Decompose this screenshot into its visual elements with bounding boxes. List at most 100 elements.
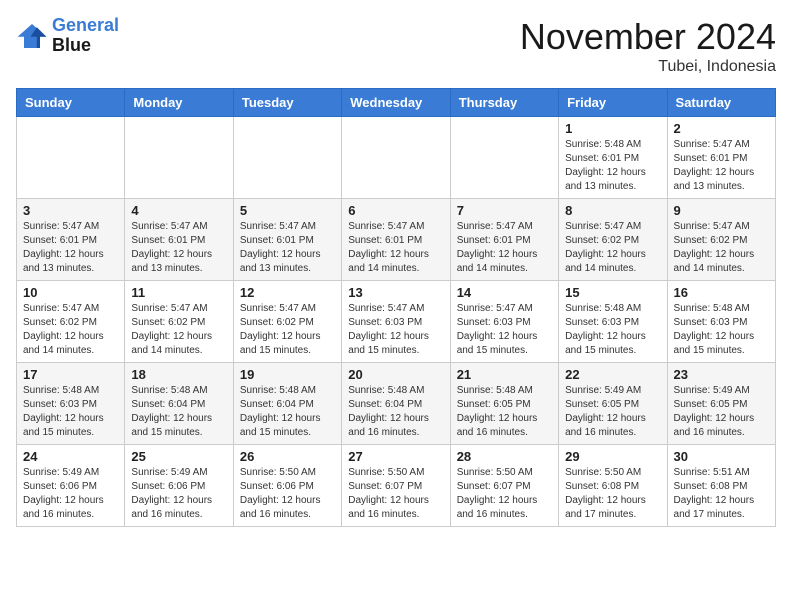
day-info: Sunrise: 5:47 AMSunset: 6:01 PMDaylight:… (131, 220, 226, 276)
day-info: Sunrise: 5:49 AMSunset: 6:06 PMDaylight:… (131, 466, 226, 522)
day-number: 4 (131, 203, 226, 218)
day-info: Sunrise: 5:50 AMSunset: 6:06 PMDaylight:… (240, 466, 335, 522)
day-number: 9 (674, 203, 769, 218)
calendar-cell: 11 Sunrise: 5:47 AMSunset: 6:02 PMDayligh… (125, 281, 233, 363)
day-info: Sunrise: 5:48 AMSunset: 6:04 PMDaylight:… (240, 384, 335, 440)
day-number: 13 (348, 285, 443, 300)
day-number: 19 (240, 367, 335, 382)
weekday-header-friday: Friday (559, 89, 667, 117)
calendar-week-2: 3 Sunrise: 5:47 AMSunset: 6:01 PMDaylight… (17, 199, 776, 281)
day-number: 30 (674, 449, 769, 464)
day-info: Sunrise: 5:49 AMSunset: 6:05 PMDaylight:… (674, 384, 769, 440)
calendar-cell (342, 117, 450, 199)
day-number: 15 (565, 285, 660, 300)
weekday-header-tuesday: Tuesday (233, 89, 341, 117)
logo: GeneralBlue (16, 16, 119, 56)
day-number: 11 (131, 285, 226, 300)
day-info: Sunrise: 5:47 AMSunset: 6:01 PMDaylight:… (240, 220, 335, 276)
calendar-cell: 5 Sunrise: 5:47 AMSunset: 6:01 PMDaylight… (233, 199, 341, 281)
day-number: 20 (348, 367, 443, 382)
day-number: 7 (457, 203, 552, 218)
day-info: Sunrise: 5:48 AMSunset: 6:03 PMDaylight:… (565, 302, 660, 358)
calendar-cell: 6Sunrise: 5:47 AMSunset: 6:01 PMDaylight… (342, 199, 450, 281)
day-info: Sunrise: 5:47 AMSunset: 6:02 PMDaylight:… (674, 220, 769, 276)
logo-icon (16, 22, 48, 50)
day-info: Sunrise: 5:47 AMSunset: 6:03 PMDaylight:… (457, 302, 552, 358)
day-info: Sunrise: 5:49 AMSunset: 6:06 PMDaylight:… (23, 466, 118, 522)
day-number: 1 (565, 121, 660, 136)
calendar-cell: 18 Sunrise: 5:48 AMSunset: 6:04 PMDayligh… (125, 363, 233, 445)
day-info: Sunrise: 5:47 AMSunset: 6:02 PMDaylight:… (131, 302, 226, 358)
weekday-header-row: SundayMondayTuesdayWednesdayThursdayFrid… (17, 89, 776, 117)
day-info: Sunrise: 5:48 AMSunset: 6:03 PMDaylight:… (23, 384, 118, 440)
day-number: 27 (348, 449, 443, 464)
calendar-cell: 15 Sunrise: 5:48 AMSunset: 6:03 PMDayligh… (559, 281, 667, 363)
day-number: 26 (240, 449, 335, 464)
day-info: Sunrise: 5:48 AMSunset: 6:04 PMDaylight:… (131, 384, 226, 440)
calendar-cell: 8 Sunrise: 5:47 AMSunset: 6:02 PMDaylight… (559, 199, 667, 281)
calendar-cell: 14 Sunrise: 5:47 AMSunset: 6:03 PMDayligh… (450, 281, 558, 363)
calendar-cell: 16Sunrise: 5:48 AMSunset: 6:03 PMDayligh… (667, 281, 775, 363)
day-number: 14 (457, 285, 552, 300)
day-info: Sunrise: 5:47 AMSunset: 6:03 PMDaylight:… (348, 302, 443, 358)
location: Tubei, Indonesia (520, 58, 776, 76)
day-info: Sunrise: 5:47 AMSunset: 6:02 PMDaylight:… (565, 220, 660, 276)
month-title: November 2024 (520, 16, 776, 58)
logo-text: GeneralBlue (52, 16, 119, 56)
title-block: November 2024 Tubei, Indonesia (520, 16, 776, 76)
day-number: 29 (565, 449, 660, 464)
day-info: Sunrise: 5:50 AMSunset: 6:08 PMDaylight:… (565, 466, 660, 522)
day-number: 3 (23, 203, 118, 218)
calendar-table: SundayMondayTuesdayWednesdayThursdayFrid… (16, 88, 776, 527)
day-info: Sunrise: 5:50 AMSunset: 6:07 PMDaylight:… (348, 466, 443, 522)
calendar-cell: 29 Sunrise: 5:50 AMSunset: 6:08 PMDayligh… (559, 445, 667, 527)
weekday-header-monday: Monday (125, 89, 233, 117)
day-info: Sunrise: 5:47 AMSunset: 6:01 PMDaylight:… (674, 138, 769, 194)
calendar-cell: 24 Sunrise: 5:49 AMSunset: 6:06 PMDayligh… (17, 445, 125, 527)
calendar-cell: 23 Sunrise: 5:49 AMSunset: 6:05 PMDayligh… (667, 363, 775, 445)
day-info: Sunrise: 5:47 AMSunset: 6:01 PMDaylight:… (348, 220, 443, 276)
calendar-week-1: 1 Sunrise: 5:48 AMSunset: 6:01 PMDaylight… (17, 117, 776, 199)
calendar-cell: 30Sunrise: 5:51 AMSunset: 6:08 PMDayligh… (667, 445, 775, 527)
calendar-cell: 20Sunrise: 5:48 AMSunset: 6:04 PMDayligh… (342, 363, 450, 445)
day-info: Sunrise: 5:47 AMSunset: 6:01 PMDaylight:… (23, 220, 118, 276)
day-info: Sunrise: 5:48 AMSunset: 6:03 PMDaylight:… (674, 302, 769, 358)
day-number: 23 (674, 367, 769, 382)
calendar-cell: 10 Sunrise: 5:47 AMSunset: 6:02 PMDayligh… (17, 281, 125, 363)
calendar-cell: 4 Sunrise: 5:47 AMSunset: 6:01 PMDaylight… (125, 199, 233, 281)
day-number: 17 (23, 367, 118, 382)
day-number: 25 (131, 449, 226, 464)
page-header: GeneralBlue November 2024 Tubei, Indones… (16, 16, 776, 76)
day-number: 18 (131, 367, 226, 382)
calendar-cell: 28Sunrise: 5:50 AMSunset: 6:07 PMDayligh… (450, 445, 558, 527)
day-info: Sunrise: 5:49 AMSunset: 6:05 PMDaylight:… (565, 384, 660, 440)
weekday-header-wednesday: Wednesday (342, 89, 450, 117)
day-number: 5 (240, 203, 335, 218)
day-info: Sunrise: 5:47 AMSunset: 6:02 PMDaylight:… (240, 302, 335, 358)
calendar-cell: 3 Sunrise: 5:47 AMSunset: 6:01 PMDaylight… (17, 199, 125, 281)
calendar-cell: 2 Sunrise: 5:47 AMSunset: 6:01 PMDaylight… (667, 117, 775, 199)
weekday-header-sunday: Sunday (17, 89, 125, 117)
calendar-cell: 12 Sunrise: 5:47 AMSunset: 6:02 PMDayligh… (233, 281, 341, 363)
calendar-cell (233, 117, 341, 199)
day-number: 2 (674, 121, 769, 136)
day-info: Sunrise: 5:47 AMSunset: 6:02 PMDaylight:… (23, 302, 118, 358)
calendar-cell (17, 117, 125, 199)
day-number: 24 (23, 449, 118, 464)
calendar-cell (125, 117, 233, 199)
day-info: Sunrise: 5:50 AMSunset: 6:07 PMDaylight:… (457, 466, 552, 522)
day-number: 8 (565, 203, 660, 218)
day-number: 10 (23, 285, 118, 300)
calendar-cell: 1 Sunrise: 5:48 AMSunset: 6:01 PMDaylight… (559, 117, 667, 199)
calendar-week-3: 10 Sunrise: 5:47 AMSunset: 6:02 PMDayligh… (17, 281, 776, 363)
calendar-cell: 27 Sunrise: 5:50 AMSunset: 6:07 PMDayligh… (342, 445, 450, 527)
day-number: 22 (565, 367, 660, 382)
calendar-cell: 19 Sunrise: 5:48 AMSunset: 6:04 PMDayligh… (233, 363, 341, 445)
calendar-cell: 21Sunrise: 5:48 AMSunset: 6:05 PMDayligh… (450, 363, 558, 445)
calendar-week-4: 17 Sunrise: 5:48 AMSunset: 6:03 PMDayligh… (17, 363, 776, 445)
calendar-cell: 7Sunrise: 5:47 AMSunset: 6:01 PMDaylight… (450, 199, 558, 281)
day-info: Sunrise: 5:48 AMSunset: 6:01 PMDaylight:… (565, 138, 660, 194)
day-number: 12 (240, 285, 335, 300)
weekday-header-thursday: Thursday (450, 89, 558, 117)
calendar-cell: 9 Sunrise: 5:47 AMSunset: 6:02 PMDaylight… (667, 199, 775, 281)
